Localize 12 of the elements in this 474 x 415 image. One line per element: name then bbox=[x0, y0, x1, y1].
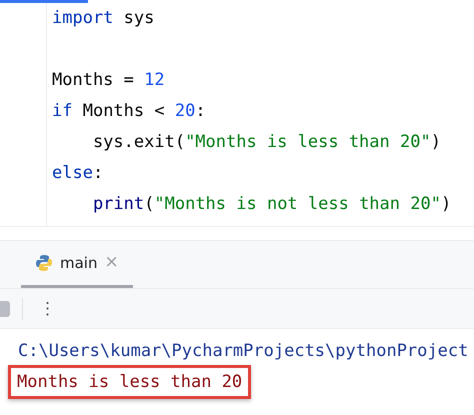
python-icon bbox=[35, 254, 53, 272]
code-line: import sys bbox=[52, 8, 154, 28]
more-options-button[interactable]: ⋮ bbox=[35, 300, 60, 317]
stop-button[interactable] bbox=[0, 300, 10, 316]
code-line: sys.exit("Months is less than 20") bbox=[92, 132, 441, 152]
code-line: print("Months is not less than 20") bbox=[92, 194, 452, 214]
output-line: C:\Users\kumar\PycharmProjects\pythonProject bbox=[18, 340, 468, 363]
code-line: if Months < 20: bbox=[52, 101, 206, 121]
error-output-line: Months is less than 20 bbox=[17, 371, 242, 394]
code-line: Months = 12 bbox=[52, 70, 165, 90]
code-line: else: bbox=[52, 163, 104, 183]
run-tab[interactable]: main × bbox=[21, 241, 133, 288]
